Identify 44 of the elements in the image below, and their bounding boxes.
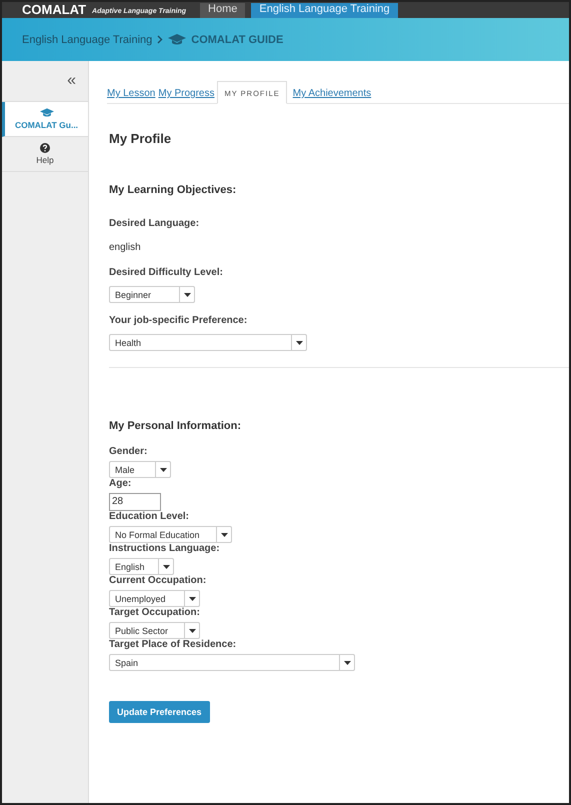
- field-label: Education Level:: [109, 511, 190, 522]
- field-label: Gender:: [109, 446, 148, 457]
- caret-icon: [188, 596, 196, 600]
- field-label: Instructions Language:: [109, 543, 220, 554]
- dropdown[interactable]: Unemployed: [109, 590, 200, 607]
- dropdown[interactable]: Beginner: [109, 286, 195, 303]
- section-heading: My Personal Information:: [109, 420, 242, 432]
- dropdown[interactable]: Male: [109, 461, 171, 478]
- field-value: english: [109, 242, 141, 253]
- tab[interactable]: My Lesson: [107, 84, 156, 103]
- caret-icon: [162, 564, 170, 568]
- field-label: Desired Difficulty Level:: [109, 267, 223, 278]
- field-label: Target Occupation:: [109, 607, 200, 618]
- dropdown[interactable]: English: [109, 558, 174, 575]
- page-title: My Profile: [109, 131, 172, 146]
- collapse-button[interactable]: «: [67, 73, 76, 89]
- sidebar-item[interactable]: Help: [2, 137, 88, 172]
- field-label: Age:: [109, 478, 132, 489]
- tab[interactable]: My Progress: [158, 84, 214, 103]
- caret-icon: [188, 628, 196, 632]
- field-label: Current Occupation:: [109, 575, 206, 586]
- caret-icon: [344, 660, 350, 664]
- caret-icon: [160, 468, 166, 472]
- dropdown[interactable]: No Formal Education: [109, 526, 232, 543]
- graduation-cap-icon: [40, 108, 54, 118]
- caret-icon: [184, 292, 190, 296]
- update-preferences-button[interactable]: Update Preferences: [109, 701, 210, 723]
- input-field[interactable]: 28: [109, 493, 161, 511]
- dropdown[interactable]: Spain: [109, 654, 355, 671]
- sidebar-item[interactable]: COMALAT Gu...: [2, 102, 88, 137]
- graduation-cap-icon: [168, 34, 186, 46]
- help-icon: [40, 143, 50, 153]
- field-label: Desired Language:: [109, 218, 200, 229]
- dropdown[interactable]: Public Sector: [109, 622, 200, 639]
- caret-icon: [296, 340, 302, 344]
- tab[interactable]: My Achievements: [292, 84, 372, 103]
- field-label: Your job-specific Preference:: [109, 315, 248, 326]
- section-heading: My Learning Objectives:: [109, 184, 236, 196]
- field-label: Target Place of Residence:: [109, 639, 238, 650]
- caret-icon: [220, 532, 228, 536]
- logo: COMALAT: [22, 2, 86, 18]
- dropdown[interactable]: Health: [109, 334, 307, 351]
- chevron-icon: [157, 35, 164, 44]
- nav-tab[interactable]: Home: [200, 3, 246, 18]
